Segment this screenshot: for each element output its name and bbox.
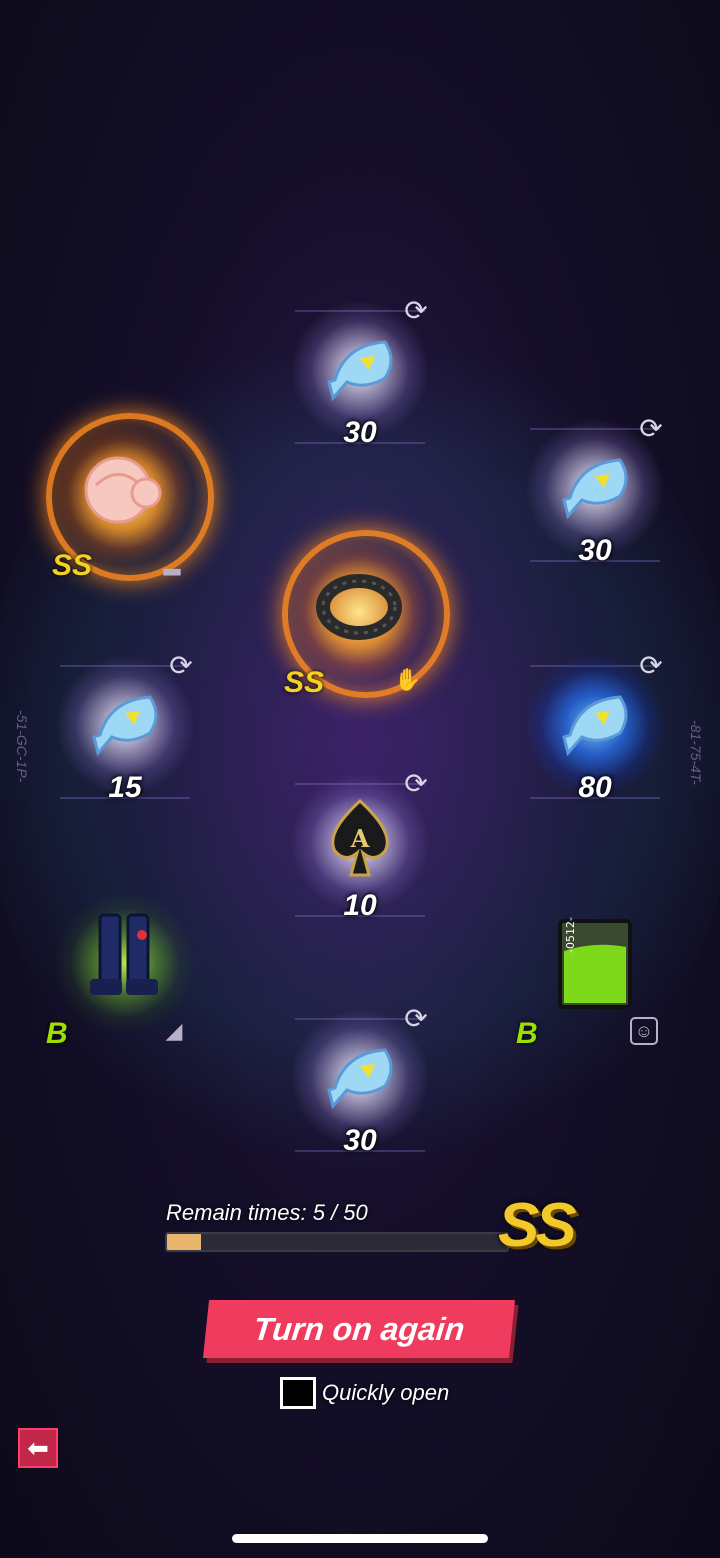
back-arrow-icon[interactable]: ⬅	[18, 1428, 58, 1468]
reward-slot-right-fish[interactable]: ⟳ 30	[520, 414, 670, 578]
spiked-bracelet-icon	[316, 574, 402, 640]
refresh-icon[interactable]: ⟳	[636, 651, 666, 681]
progress-fill	[167, 1234, 201, 1250]
reward-slot-wig[interactable]: SS ▂	[46, 413, 214, 585]
glove-icon: ✋	[394, 667, 422, 692]
reward-slot-ring[interactable]: SS ✋	[282, 530, 450, 702]
shoe-icon: ◢	[165, 1018, 183, 1043]
fish-token-icon	[327, 340, 393, 402]
reward-slot-boots[interactable]: B ◢	[46, 893, 200, 1053]
item-quantity: 30	[578, 534, 612, 567]
refresh-icon[interactable]: ⟳	[401, 1004, 431, 1034]
item-quantity: 80	[578, 771, 612, 804]
reward-slot-left-fish[interactable]: ⟳ 15	[50, 651, 200, 815]
progress-bar	[165, 1232, 509, 1252]
grade-badge: SS	[284, 666, 325, 699]
fish-token-icon	[327, 1048, 393, 1110]
quickly-open-label: Quickly open	[322, 1380, 450, 1405]
home-indicator[interactable]	[232, 1534, 488, 1543]
wig-icon	[84, 456, 162, 524]
fish-token-icon	[562, 695, 628, 757]
reward-slot-top-fish[interactable]: ⟳ 30	[285, 296, 435, 460]
reward-slot-blue-fish[interactable]: ⟳ 80	[520, 651, 670, 815]
side-code-right: -81-75-4T-	[688, 720, 704, 785]
reward-slot-ace[interactable]: ⟳ A 10	[285, 769, 435, 933]
refresh-icon[interactable]: ⟳	[166, 651, 196, 681]
item-quantity: 10	[343, 889, 377, 922]
hat-icon: ▂	[163, 550, 181, 575]
turn-on-again-button[interactable]: Turn on again	[202, 1300, 516, 1358]
quickly-open-toggle[interactable]: Quickly open	[280, 1377, 449, 1409]
remain-times-label: Remain times: 5 / 50	[166, 1200, 368, 1225]
grade-badge: SS	[52, 549, 93, 582]
svg-text:A: A	[350, 824, 370, 853]
refresh-icon[interactable]: ⟳	[401, 296, 431, 326]
reward-slot-jar[interactable]: -0512- B ☺	[516, 893, 670, 1053]
item-quantity: 15	[108, 771, 142, 804]
green-jar-icon: -0512-	[558, 917, 632, 1009]
grade-badge: B	[46, 1017, 68, 1050]
target-grade-badge: SS	[498, 1191, 577, 1260]
portrait-icon: ☺	[630, 1017, 658, 1045]
side-code-left: -51-GC-1P-	[14, 710, 30, 783]
grade-badge: B	[516, 1017, 538, 1050]
jar-label: -0512-	[564, 917, 577, 953]
fish-token-icon	[92, 695, 158, 757]
fish-token-icon	[562, 458, 628, 520]
refresh-icon[interactable]: ⟳	[636, 414, 666, 444]
item-quantity: 30	[343, 416, 377, 449]
item-quantity: 30	[343, 1124, 377, 1157]
quickly-open-checkbox[interactable]	[280, 1377, 316, 1409]
reward-slot-bottom-fish[interactable]: ⟳ 30	[285, 1004, 435, 1168]
boots-icon	[90, 913, 158, 995]
spade-ace-icon: A	[331, 798, 389, 877]
refresh-icon[interactable]: ⟳	[401, 769, 431, 799]
